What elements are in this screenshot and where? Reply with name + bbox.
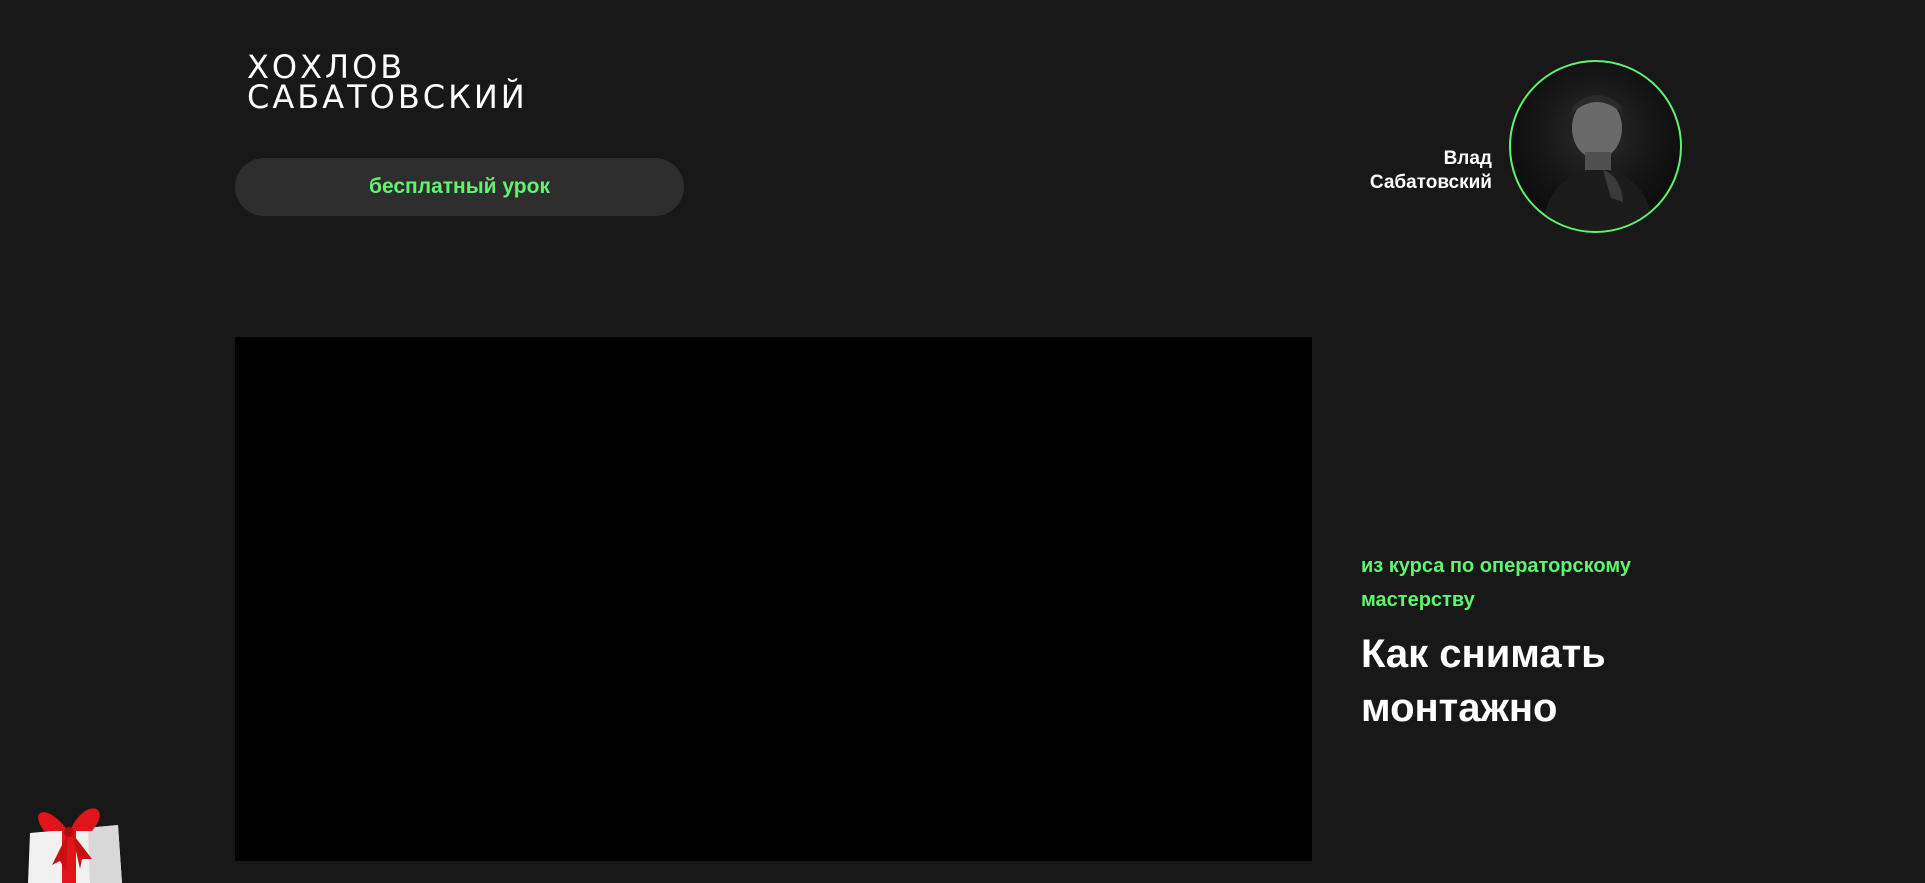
gift-icon[interactable] xyxy=(18,795,128,883)
author-name: Влад Сабатовский xyxy=(1370,147,1492,195)
author-last-name: Сабатовский xyxy=(1369,171,1492,193)
author-block: Влад Сабатовский xyxy=(1370,60,1682,233)
course-subtitle: из курса по операторскому мастерству xyxy=(1361,555,1631,611)
video-player[interactable] xyxy=(235,337,1312,861)
author-first-name: Влад xyxy=(1443,147,1492,169)
avatar-portrait xyxy=(1541,95,1655,231)
free-lesson-button[interactable]: бесплатный урок xyxy=(235,158,684,216)
course-title: Как снимать монтажно xyxy=(1361,632,1606,730)
course-info: из курса по операторскому мастерству Как… xyxy=(1361,549,1701,735)
logo-line-2: САБАТОВСКИЙ xyxy=(247,78,528,116)
page: ХОХЛОВ САБАТОВСКИЙ бесплатный урок Влад … xyxy=(0,0,1925,883)
logo[interactable]: ХОХЛОВ САБАТОВСКИЙ xyxy=(247,51,528,116)
avatar xyxy=(1509,60,1682,233)
